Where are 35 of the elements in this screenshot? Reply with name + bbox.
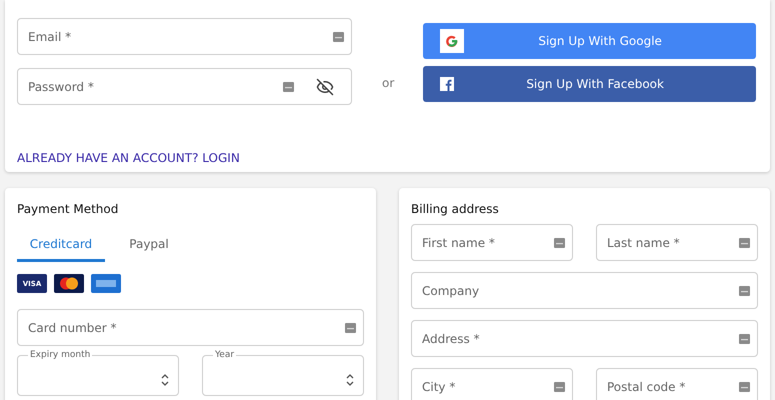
keypad-icon	[739, 382, 750, 392]
section-title: Payment Method	[17, 202, 120, 216]
keypad-icon	[283, 82, 294, 92]
input-field[interactable]: City *	[411, 368, 573, 400]
input-field[interactable]: Postal code *	[596, 368, 758, 400]
facebook-signup-button[interactable]: Sign Up With Facebook	[423, 66, 756, 102]
up-down-icon	[345, 372, 355, 388]
visibility-off-icon[interactable]	[316, 78, 334, 96]
input-field[interactable]: Email *	[17, 18, 352, 55]
keypad-icon	[739, 334, 750, 344]
up-down-icon	[160, 372, 170, 388]
keypad-icon	[554, 238, 565, 248]
separator-text: or	[382, 76, 394, 90]
input-field[interactable]: Password *	[17, 68, 352, 105]
keypad-icon	[739, 238, 750, 248]
select-field[interactable]: Expiry month	[17, 350, 179, 396]
input-field[interactable]: Card number *	[17, 309, 364, 346]
section-title: Billing address	[411, 202, 500, 216]
payment-tab[interactable]: Creditcard	[17, 228, 105, 262]
login-link[interactable]: ALREADY HAVE AN ACCOUNT? LOGIN	[17, 151, 240, 165]
select-field[interactable]: Year	[202, 350, 364, 396]
keypad-icon	[554, 382, 565, 392]
payment-tab[interactable]: Paypal	[105, 228, 193, 262]
google-logo-icon	[440, 29, 464, 53]
keypad-icon	[345, 322, 356, 332]
input-field[interactable]: Address *	[411, 320, 758, 357]
mastercard-icon	[54, 274, 84, 293]
google-signup-button[interactable]: Sign Up With Google	[423, 23, 756, 59]
input-field[interactable]: Company	[411, 272, 758, 309]
keypad-icon	[739, 286, 750, 296]
facebook-logo-icon	[440, 77, 454, 91]
input-field[interactable]: First name *	[411, 224, 573, 261]
keypad-icon	[333, 32, 344, 42]
input-field[interactable]: Last name *	[596, 224, 758, 261]
amex-card-icon	[91, 274, 121, 293]
